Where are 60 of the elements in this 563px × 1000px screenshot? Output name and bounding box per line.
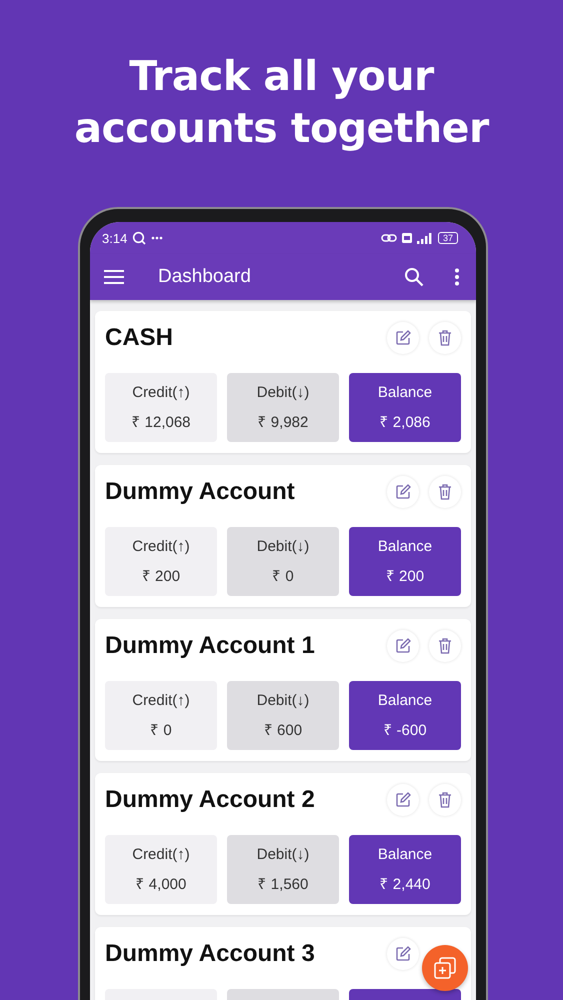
stat-label: Credit(↑) [132, 384, 190, 401]
stat-label: Balance [378, 384, 432, 401]
stat-label: Balance [378, 692, 432, 709]
signal-icon [416, 232, 433, 244]
sim-icon [402, 233, 412, 243]
stat-value: ₹ 9,982 [258, 413, 308, 431]
trash-icon [438, 638, 452, 654]
edit-icon [395, 638, 411, 654]
stat-label: Credit(↑) [132, 846, 190, 863]
more-icon[interactable] [454, 268, 460, 286]
delete-button[interactable] [429, 784, 461, 816]
delete-button[interactable] [429, 476, 461, 508]
account-name: Dummy Account 2 [105, 786, 316, 814]
account-name: CASH [105, 324, 174, 352]
account-name: Dummy Account 1 [105, 632, 316, 660]
stat-value: ₹ 2,440 [380, 875, 430, 893]
edit-button[interactable] [387, 630, 419, 662]
stat-value: ₹ 600 [264, 721, 302, 739]
edit-icon [395, 484, 411, 500]
edit-icon [395, 946, 411, 962]
stat-label: Debit(↓) [256, 692, 310, 709]
search-icon[interactable] [404, 267, 424, 287]
dots-icon [151, 236, 164, 240]
edit-button[interactable] [387, 938, 419, 970]
stat-label: Credit(↑) [132, 692, 190, 709]
delete-button[interactable] [429, 322, 461, 354]
status-time: 3:14 [102, 230, 128, 246]
trash-icon [438, 484, 452, 500]
app-title: Dashboard [158, 266, 251, 288]
menu-icon[interactable] [104, 269, 124, 285]
stat-value: ₹ -600 [383, 721, 427, 739]
link-icon [380, 232, 397, 244]
delete-button[interactable] [429, 630, 461, 662]
stat-value: ₹ 2,086 [380, 413, 430, 431]
stat-value: ₹ 1,560 [258, 875, 308, 893]
stat-label: Credit(↑) [132, 538, 190, 555]
edit-button[interactable] [387, 476, 419, 508]
edit-icon [395, 330, 411, 346]
headline: Track all your accounts together [73, 51, 490, 154]
add-copy-icon [434, 957, 456, 979]
stat-value: ₹ 4,000 [136, 875, 186, 893]
edit-button[interactable] [387, 784, 419, 816]
edit-icon [395, 792, 411, 808]
stat-value: ₹ 12,068 [131, 413, 191, 431]
stat-label: Debit(↓) [256, 846, 310, 863]
edit-button[interactable] [387, 322, 419, 354]
stat-label: Balance [378, 538, 432, 555]
stat-label: Debit(↓) [256, 384, 310, 401]
stat-label: Balance [378, 846, 432, 863]
account-name: Dummy Account [105, 478, 296, 506]
stat-value: ₹ 0 [272, 567, 294, 585]
battery-indicator: 37 [438, 232, 458, 244]
stat-label: Debit(↓) [256, 538, 310, 555]
search-icon [132, 231, 146, 245]
trash-icon [438, 330, 452, 346]
stat-value: ₹ 200 [142, 567, 180, 585]
stat-value: ₹ 200 [386, 567, 424, 585]
stat-value: ₹ 0 [150, 721, 172, 739]
trash-icon [438, 792, 452, 808]
account-name: Dummy Account 3 [105, 940, 316, 968]
